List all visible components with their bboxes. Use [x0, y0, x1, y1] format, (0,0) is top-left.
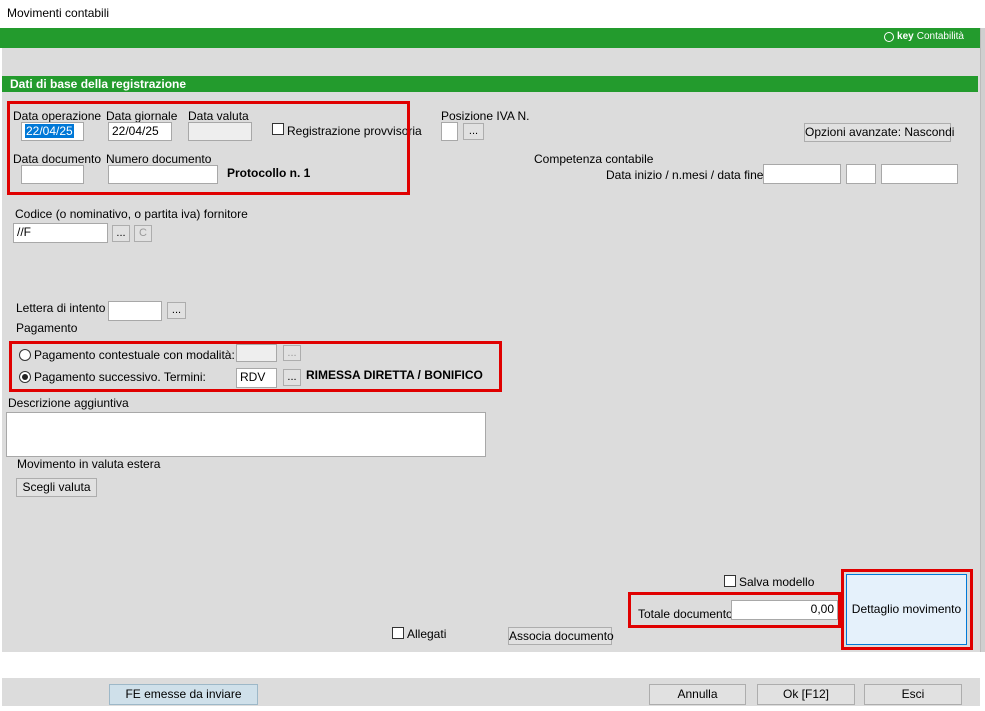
competenza-n-mesi-field[interactable] — [846, 164, 876, 184]
posizione-iva-browse-button[interactable]: ... — [463, 123, 484, 140]
annulla-button[interactable]: Annulla — [649, 684, 746, 705]
allegati-label: Allegati — [407, 627, 447, 641]
brand-prefix: key — [897, 31, 914, 42]
brand-bar: key Contabilità — [0, 28, 980, 48]
fornitore-label: Codice (o nominativo, o partita iva) for… — [15, 207, 248, 221]
valuta-estera-label: Movimento in valuta estera — [17, 457, 161, 471]
scegli-valuta-button[interactable]: Scegli valuta — [16, 478, 97, 497]
totale-highlight — [628, 592, 841, 628]
section-header: Dati di base della registrazione — [2, 76, 978, 92]
posizione-iva-label: Posizione IVA N. — [441, 109, 530, 123]
descrizione-textarea[interactable] — [6, 412, 486, 457]
esci-button[interactable]: Esci — [864, 684, 962, 705]
salva-modello-checkbox[interactable] — [724, 575, 736, 587]
dettaglio-highlight — [841, 569, 973, 650]
ok-button[interactable]: Ok [F12] — [757, 684, 855, 705]
brand-name: Contabilità — [916, 31, 964, 42]
lettera-intento-browse-button[interactable]: ... — [167, 302, 186, 319]
opzioni-avanzate-button[interactable]: Opzioni avanzate: Nascondi — [804, 123, 954, 142]
fornitore-browse-button[interactable]: ... — [112, 225, 130, 242]
competenza-title: Competenza contabile — [534, 152, 654, 166]
pagamento-highlight — [9, 341, 502, 392]
fornitore-field[interactable]: //F — [13, 223, 108, 243]
window-titlebar: Movimenti contabili — [0, 0, 985, 28]
competenza-sub-label: Data inizio / n.mesi / data fine — [606, 168, 764, 182]
descrizione-label: Descrizione aggiuntiva — [8, 396, 129, 410]
fe-emesse-button[interactable]: FE emesse da inviare — [109, 684, 258, 705]
associa-documento-button[interactable]: Associa documento — [508, 627, 614, 645]
fornitore-c-button[interactable]: C — [134, 225, 152, 242]
competenza-data-inizio-field[interactable] — [763, 164, 841, 184]
posizione-iva-field[interactable] — [441, 122, 458, 141]
vertical-scrollbar[interactable] — [980, 28, 985, 652]
competenza-data-fine-field[interactable] — [881, 164, 958, 184]
lettera-intento-label: Lettera di intento — [16, 301, 106, 315]
allegati-checkbox[interactable] — [392, 627, 404, 639]
lettera-intento-field[interactable] — [108, 301, 162, 321]
salva-modello-label: Salva modello — [739, 575, 815, 589]
date-highlight — [7, 101, 410, 195]
refresh-icon — [884, 31, 895, 42]
window-title: Movimenti contabili — [7, 6, 110, 20]
brand-logo: key Contabilità — [884, 31, 964, 42]
pagamento-title: Pagamento — [16, 321, 78, 335]
